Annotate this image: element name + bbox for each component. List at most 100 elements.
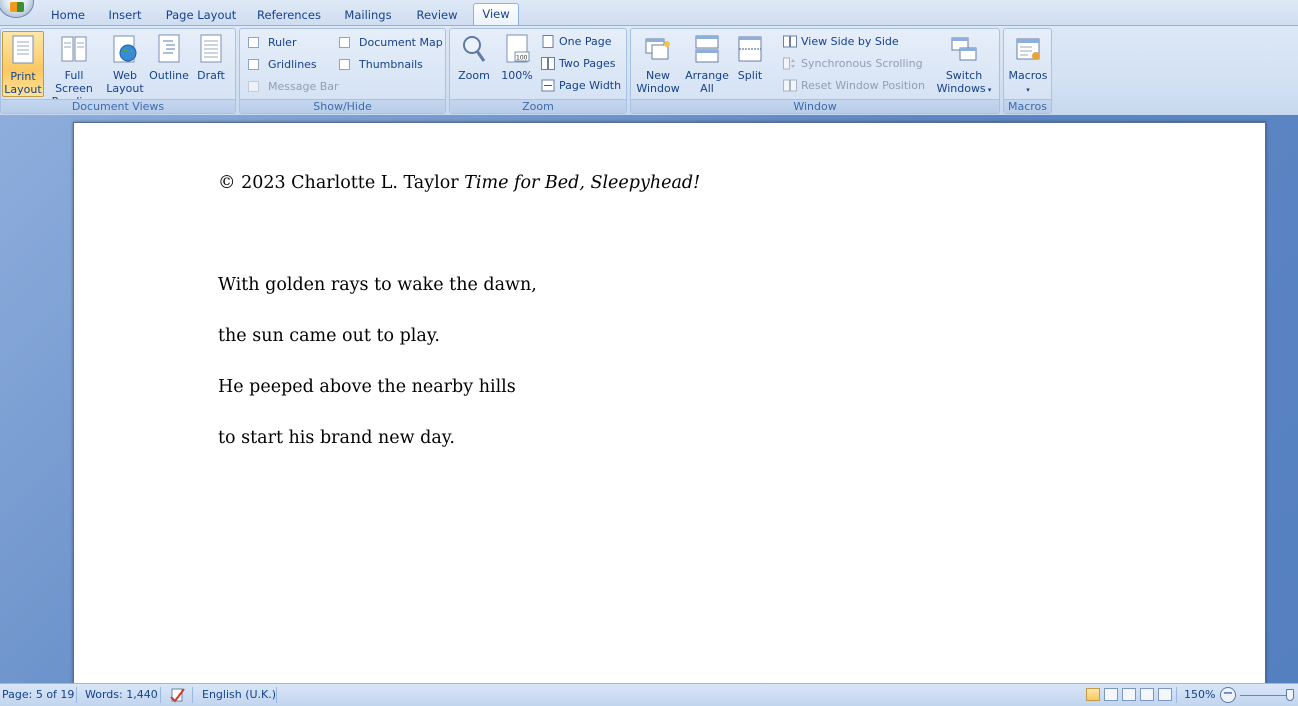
magnifier-icon bbox=[463, 36, 486, 62]
draft-label: Draft bbox=[197, 69, 225, 82]
new-window-icon bbox=[645, 38, 670, 60]
poem-line-2: the sun came out to play. bbox=[218, 326, 440, 346]
macros-button[interactable]: Macros ▾ bbox=[1007, 31, 1049, 97]
zoom-group-label: Zoom bbox=[450, 99, 626, 113]
zoom-level[interactable]: 150% bbox=[1184, 687, 1215, 703]
web-layout-view-icon[interactable] bbox=[1122, 688, 1136, 701]
thumbnails-label: Thumbnails bbox=[359, 58, 423, 71]
document-map-checkbox[interactable]: Document Map bbox=[339, 34, 443, 52]
tab-mailings[interactable]: Mailings bbox=[336, 5, 400, 26]
two-pages-label: Two Pages bbox=[559, 57, 616, 70]
split-button[interactable]: Split bbox=[732, 31, 768, 97]
page-width-button[interactable]: Page Width bbox=[541, 77, 621, 95]
web-layout-globe-icon bbox=[113, 35, 137, 63]
switch-windows-label-2: Windows bbox=[936, 82, 986, 95]
header-line: © 2023 Charlotte L. Taylor Time for Bed,… bbox=[218, 173, 700, 193]
print-layout-view-icon[interactable] bbox=[1086, 688, 1100, 701]
tab-view[interactable]: View bbox=[473, 3, 519, 26]
message-bar-checkbox[interactable]: Message Bar bbox=[248, 78, 339, 96]
office-button[interactable] bbox=[0, 0, 34, 18]
zoom-button[interactable]: Zoom bbox=[454, 31, 494, 97]
ruler-checkbox[interactable]: Ruler bbox=[248, 34, 296, 52]
tab-home[interactable]: Home bbox=[44, 5, 92, 26]
switch-windows-dropdown-icon: ▾ bbox=[985, 86, 992, 94]
status-divider bbox=[192, 687, 193, 703]
page-count[interactable]: Page: 5 of 19 bbox=[2, 687, 74, 703]
print-layout-label-2: Layout bbox=[4, 83, 42, 96]
full-screen-reading-button[interactable]: Full Screen Reading bbox=[45, 31, 103, 108]
reset-window-position-label: Reset Window Position bbox=[801, 79, 925, 92]
thumbnails-check-box[interactable] bbox=[339, 59, 350, 70]
draft-view-icon[interactable] bbox=[1158, 688, 1172, 701]
document-map-label: Document Map bbox=[359, 36, 443, 49]
side-by-side-icon bbox=[783, 35, 797, 48]
ribbon: Print Layout Full Screen Reading Web Lay… bbox=[0, 25, 1298, 115]
two-pages-button[interactable]: Two Pages bbox=[541, 55, 615, 73]
web-layout-label-2: Layout bbox=[106, 82, 144, 95]
macros-icon bbox=[1016, 38, 1040, 60]
switch-windows-button[interactable]: Switch Windows ▾ bbox=[933, 31, 995, 97]
arrange-all-label-2: All bbox=[700, 82, 714, 95]
synchronous-scrolling-button[interactable]: Synchronous Scrolling bbox=[783, 55, 923, 73]
one-page-button[interactable]: One Page bbox=[541, 33, 612, 51]
group-document-views: Print Layout Full Screen Reading Web Lay… bbox=[0, 28, 236, 114]
reset-window-position-icon bbox=[783, 79, 797, 92]
view-side-by-side-label: View Side by Side bbox=[801, 35, 899, 48]
new-window-label-1: New bbox=[646, 69, 670, 82]
outline-button[interactable]: Outline bbox=[147, 31, 191, 97]
reset-window-position-button[interactable]: Reset Window Position bbox=[783, 77, 925, 95]
document-page[interactable]: © 2023 Charlotte L. Taylor Time for Bed,… bbox=[73, 122, 1266, 683]
gridlines-check-box[interactable] bbox=[248, 59, 259, 70]
page-width-icon bbox=[541, 79, 555, 92]
arrange-all-icon bbox=[695, 35, 719, 63]
one-page-icon bbox=[542, 35, 554, 48]
status-divider bbox=[160, 687, 161, 703]
show-hide-group-label: Show/Hide bbox=[240, 99, 445, 113]
new-window-button[interactable]: New Window bbox=[634, 31, 682, 97]
document-views-group-label: Document Views bbox=[1, 99, 235, 113]
arrange-all-button[interactable]: Arrange All bbox=[684, 31, 730, 97]
print-layout-label-1: Print bbox=[10, 70, 36, 83]
full-screen-label-1: Full Screen bbox=[55, 69, 93, 95]
office-logo-icon bbox=[10, 2, 24, 12]
word-count[interactable]: Words: 1,440 bbox=[85, 687, 158, 703]
copyright-text: © 2023 Charlotte L. Taylor bbox=[218, 173, 459, 193]
zoom-100-button[interactable]: 100 100% bbox=[498, 31, 536, 97]
ruler-check-box[interactable] bbox=[248, 37, 259, 48]
full-screen-reading-view-icon[interactable] bbox=[1104, 688, 1118, 701]
tab-insert[interactable]: Insert bbox=[101, 5, 149, 26]
status-divider bbox=[76, 687, 77, 703]
macros-group-label: Macros bbox=[1004, 99, 1051, 113]
language-indicator[interactable]: English (U.K.) bbox=[202, 687, 276, 703]
zoom-slider-track[interactable] bbox=[1240, 695, 1290, 696]
outline-view-icon[interactable] bbox=[1140, 688, 1154, 701]
page-100-icon-text: 100 bbox=[516, 55, 528, 62]
message-bar-label: Message Bar bbox=[268, 80, 339, 93]
web-layout-label-1: Web bbox=[113, 69, 137, 82]
thumbnails-checkbox[interactable]: Thumbnails bbox=[339, 56, 423, 74]
synchronous-scrolling-label: Synchronous Scrolling bbox=[801, 57, 923, 70]
window-group-label: Window bbox=[631, 99, 999, 113]
zoom-out-icon[interactable]: − bbox=[1220, 687, 1236, 703]
ribbon-tab-bar: Home Insert Page Layout References Maili… bbox=[0, 0, 1298, 26]
draft-button[interactable]: Draft bbox=[193, 31, 229, 97]
proofing-icon[interactable] bbox=[169, 687, 187, 703]
tab-references[interactable]: References bbox=[251, 5, 327, 26]
print-layout-button[interactable]: Print Layout bbox=[2, 31, 44, 97]
status-divider bbox=[1176, 687, 1177, 703]
group-macros: Macros ▾ Macros bbox=[1003, 28, 1052, 114]
print-layout-icon bbox=[12, 35, 34, 64]
zoom-slider-thumb[interactable] bbox=[1286, 689, 1294, 701]
tab-review[interactable]: Review bbox=[410, 5, 464, 26]
document-map-check-box[interactable] bbox=[339, 37, 350, 48]
view-side-by-side-button[interactable]: View Side by Side bbox=[783, 33, 899, 51]
outline-icon bbox=[158, 34, 180, 63]
gridlines-checkbox[interactable]: Gridlines bbox=[248, 56, 317, 74]
status-divider bbox=[276, 687, 277, 703]
zoom-label: Zoom bbox=[458, 69, 490, 82]
message-bar-check-box[interactable] bbox=[248, 81, 259, 92]
web-layout-button[interactable]: Web Layout bbox=[105, 31, 145, 97]
tab-page-layout[interactable]: Page Layout bbox=[160, 5, 242, 26]
gridlines-label: Gridlines bbox=[268, 58, 317, 71]
arrange-all-label-1: Arrange bbox=[685, 69, 729, 82]
